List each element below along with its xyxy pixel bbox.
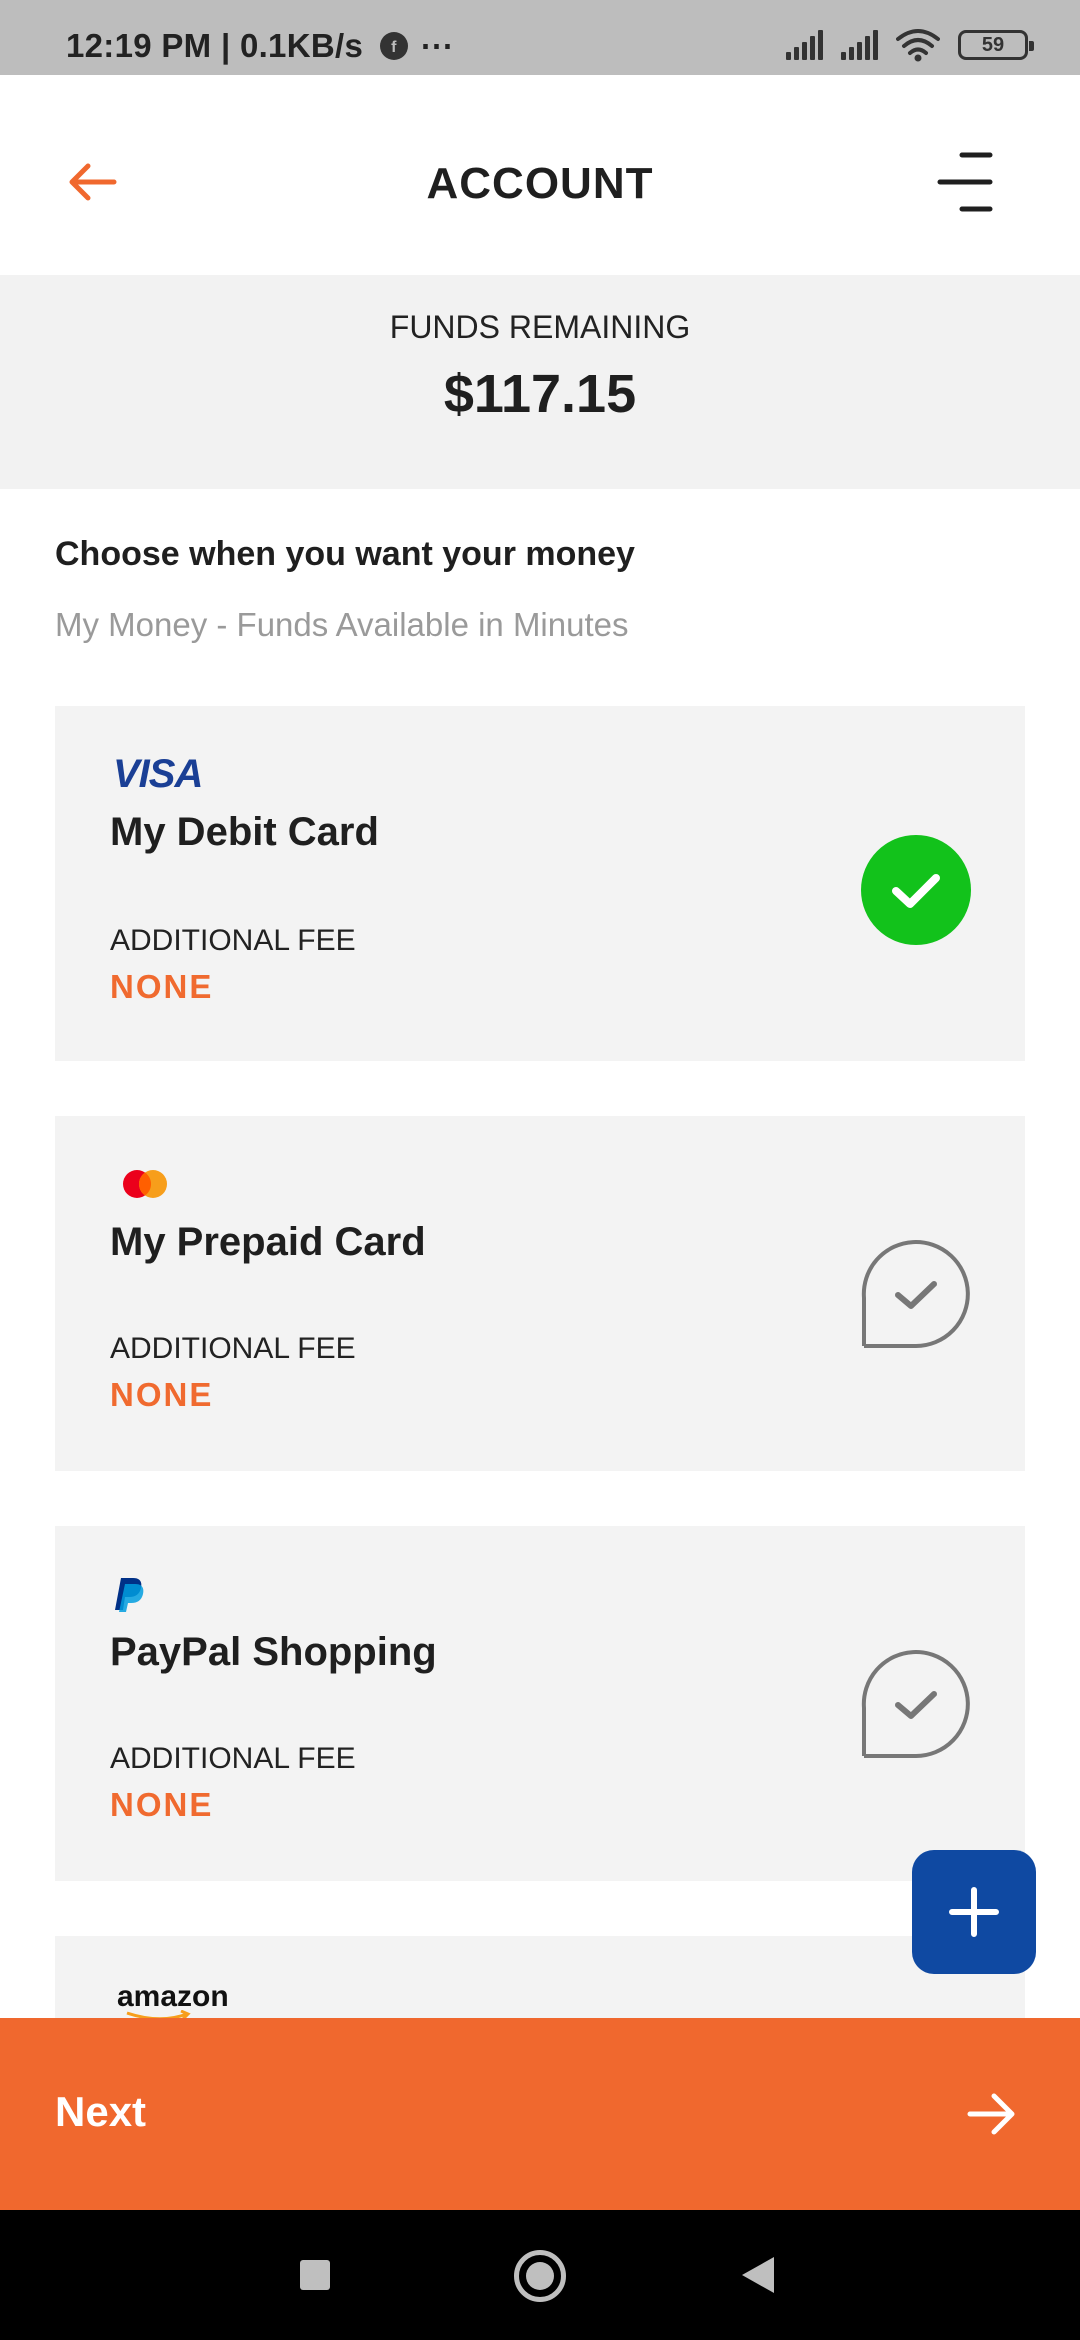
selected-check-icon[interactable]: [860, 834, 972, 946]
svg-text:f: f: [391, 39, 397, 56]
fee-value: NONE: [110, 1786, 214, 1823]
funds-amount: $117.15: [443, 364, 637, 424]
app-header: ACCOUNT: [0, 75, 1080, 275]
home-icon[interactable]: [514, 2250, 566, 2302]
fee-label: ADDITIONAL FEE: [110, 1332, 356, 1365]
amazon-logo-text: amazon: [117, 1980, 229, 2013]
section-subtitle: My Money - Funds Available in Minutes: [55, 606, 629, 643]
battery-level: 59: [981, 33, 1005, 56]
next-label: Next: [55, 2088, 147, 2135]
unselected-check-icon[interactable]: [860, 1648, 972, 1760]
signal-icon-2: [841, 30, 878, 60]
funds-label: FUNDS REMAINING: [389, 309, 691, 345]
signal-icon: [786, 30, 823, 60]
option-name: PayPal Shopping: [110, 1630, 437, 1674]
wifi-icon: [896, 29, 940, 62]
status-time: 12:19 PM | 0.1KB/s f ⋯: [66, 26, 453, 65]
system-navigation-bar: [0, 2210, 1080, 2340]
fee-value: NONE: [110, 1376, 214, 1413]
payout-option-prepaid-card[interactable]: My Prepaid Card ADDITIONAL FEE NONE: [55, 1116, 1025, 1471]
system-back-icon[interactable]: [742, 2257, 774, 2293]
menu-icon[interactable]: [936, 151, 996, 213]
battery-icon: 59: [958, 30, 1034, 60]
fee-label: ADDITIONAL FEE: [110, 1742, 356, 1775]
option-name: My Prepaid Card: [110, 1220, 426, 1264]
page-title: ACCOUNT: [426, 159, 654, 208]
payout-option-debit-card[interactable]: VISA My Debit Card ADDITIONAL FEE NONE: [55, 706, 1025, 1061]
option-name: My Debit Card: [110, 810, 379, 854]
section-title: Choose when you want your money: [55, 535, 635, 573]
fee-label: ADDITIONAL FEE: [110, 924, 356, 957]
payout-option-paypal[interactable]: PayPal Shopping ADDITIONAL FEE NONE: [55, 1526, 1025, 1881]
amazon-logo: amazon: [117, 1980, 229, 2021]
funds-summary: FUNDS REMAINING $117.15: [0, 275, 1080, 489]
add-payout-method-button[interactable]: [912, 1850, 1036, 1974]
recents-icon[interactable]: [300, 2260, 330, 2290]
visa-logo: VISA: [113, 752, 203, 796]
status-bar: 12:19 PM | 0.1KB/s f ⋯ 59: [0, 0, 1080, 75]
arrow-right-icon: [967, 2093, 1015, 2135]
unselected-check-icon[interactable]: [860, 1238, 972, 1350]
paypal-logo: [115, 1578, 144, 1612]
more-notifications-icon: ⋯: [420, 27, 454, 64]
status-icons: 59: [786, 28, 1034, 62]
status-time-text: 12:19 PM | 0.1KB/s: [66, 27, 364, 64]
fee-value: NONE: [110, 968, 214, 1005]
mastercard-logo: [123, 1170, 167, 1198]
next-button[interactable]: Next: [0, 2018, 1080, 2210]
app-notification-icon: f: [379, 32, 408, 60]
plus-icon: [949, 1887, 999, 1937]
